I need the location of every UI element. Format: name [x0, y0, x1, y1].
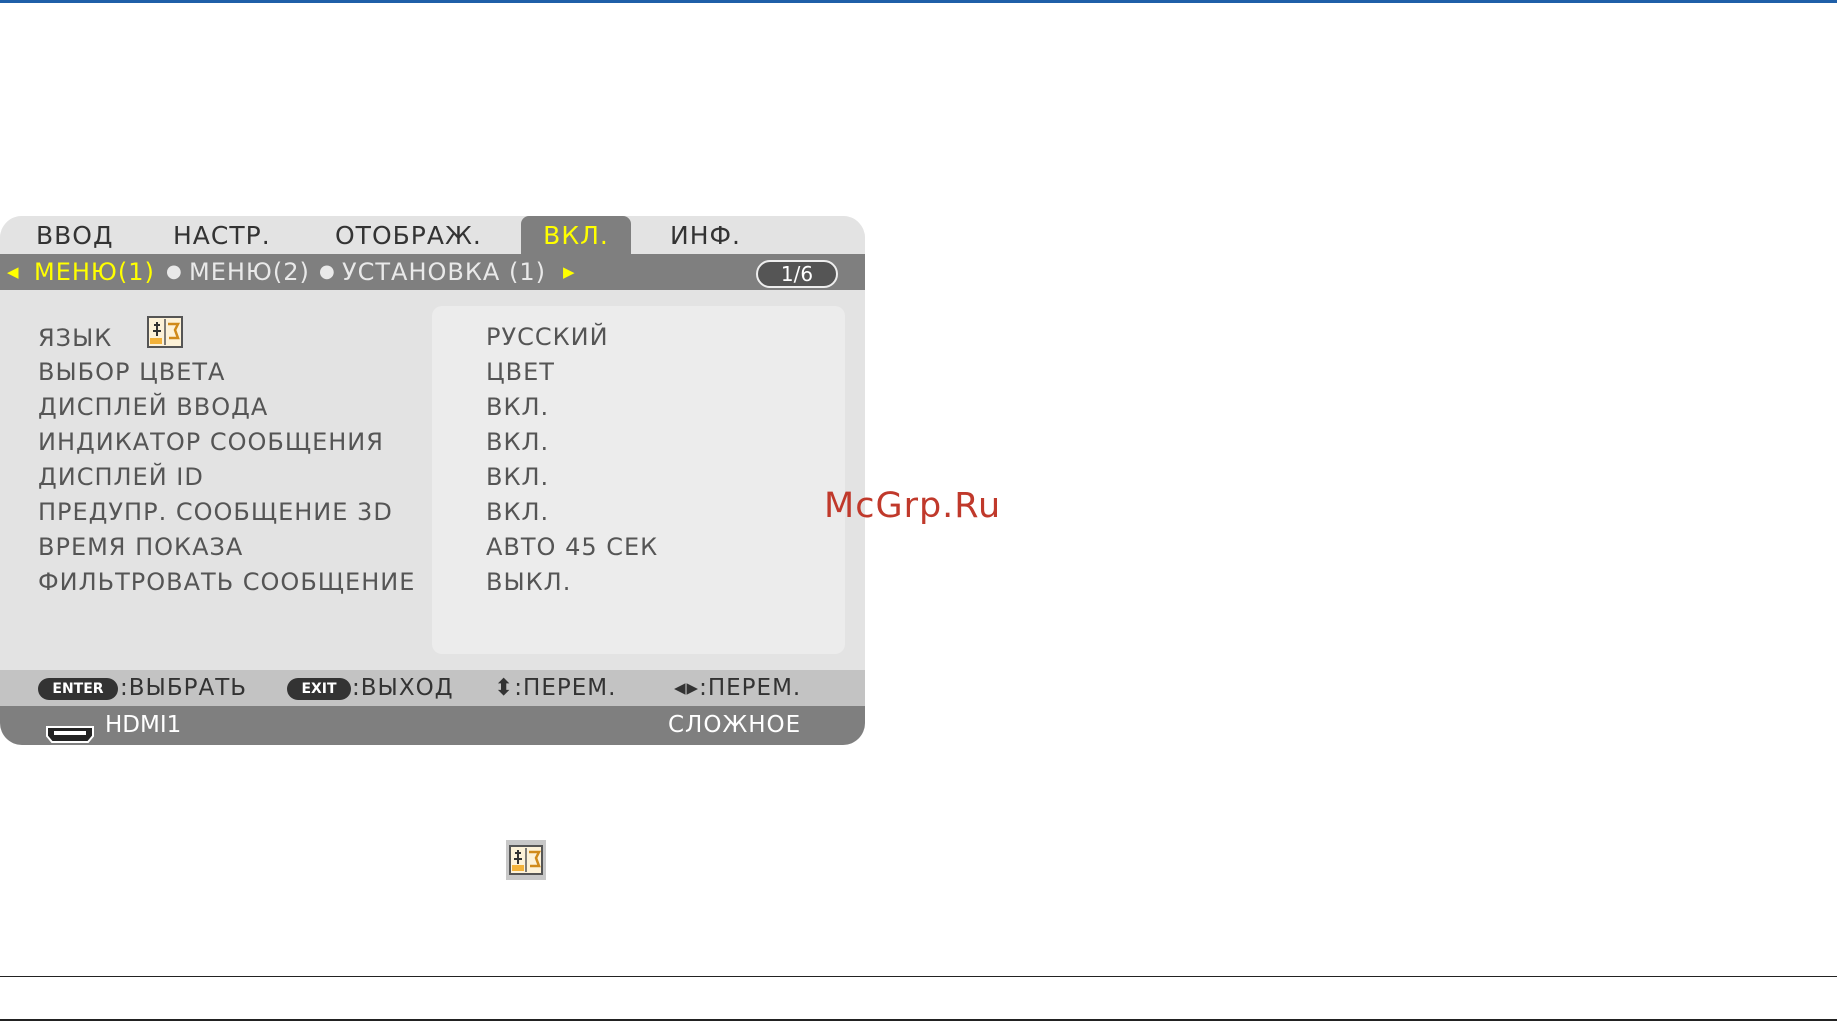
setting-value-language[interactable]: РУССКИЙ [486, 320, 865, 355]
setting-label-id-display[interactable]: ДИСПЛЕЙ ID [38, 460, 438, 495]
tab-setup[interactable]: НАСТР. [173, 216, 271, 254]
setting-value-display-time[interactable]: АВТО 45 СЕК [486, 530, 865, 565]
submenu-item-installation1[interactable]: УСТАНОВКА (1) [342, 254, 546, 290]
tab-display[interactable]: ОТОБРАЖ. [335, 216, 482, 254]
language-icon [506, 840, 546, 884]
top-rule [0, 0, 1837, 3]
setting-value-message-indicator[interactable]: ВКЛ. [486, 425, 865, 460]
bullet-separator: ● [166, 261, 182, 282]
setting-label-language[interactable]: ЯЗЫК [38, 316, 438, 355]
menu-tabs: ВВОД НАСТР. ОТОБРАЖ. ВКЛ. ИНФ. [0, 216, 865, 254]
tab-info[interactable]: ИНФ. [670, 216, 741, 254]
exit-key-badge: EXIT [287, 678, 351, 700]
setting-value-color-select[interactable]: ЦВЕТ [486, 355, 865, 390]
submenu-item-menu2[interactable]: МЕНЮ(2) [189, 254, 310, 290]
help-bar: ENTER :ВЫБРАТЬ EXIT :ВЫХОД ⬍:ПЕРЕМ. ◂▸:П… [0, 670, 865, 706]
language-icon [146, 316, 183, 358]
help-leftright-text: ◂▸:ПЕРЕМ. [674, 675, 802, 701]
setting-value-filter-message[interactable]: ВЫКЛ. [486, 565, 865, 600]
status-bar: HDMI1 СЛОЖНОЕ [0, 706, 865, 745]
page-indicator: 1/6 [756, 260, 838, 288]
submenu-left-arrow-icon[interactable]: ◀ [7, 254, 19, 290]
picture-mode: СЛОЖНОЕ [668, 712, 802, 738]
setting-value-id-display[interactable]: ВКЛ. [486, 460, 865, 495]
setting-label-input-display[interactable]: ДИСПЛЕЙ ВВОДА [38, 390, 438, 425]
bottom-rule [0, 976, 1837, 977]
setting-value-input-display[interactable]: ВКЛ. [486, 390, 865, 425]
hdmi-connector-icon [44, 717, 96, 745]
projector-osd-menu: ВВОД НАСТР. ОТОБРАЖ. ВКЛ. ИНФ. ◀ МЕНЮ(1)… [0, 216, 865, 745]
setting-label-text: ЯЗЫК [38, 324, 113, 352]
submenu-bar: ◀ МЕНЮ(1) ● МЕНЮ(2) ● УСТАНОВКА (1) ▶ 1/… [0, 254, 865, 290]
enter-key-badge: ENTER [38, 678, 118, 700]
setting-label-color-select[interactable]: ВЫБОР ЦВЕТА [38, 355, 438, 390]
help-enter-text: :ВЫБРАТЬ [120, 675, 248, 701]
bottom-rule [0, 1019, 1837, 1021]
tab-on[interactable]: ВКЛ. [521, 216, 631, 254]
submenu-right-arrow-icon[interactable]: ▶ [563, 254, 575, 290]
submenu-item-menu1[interactable]: МЕНЮ(1) [34, 254, 155, 290]
tab-input[interactable]: ВВОД [36, 216, 114, 254]
setting-label-3d-warning[interactable]: ПРЕДУПР. СООБЩЕНИЕ 3D [38, 495, 438, 530]
setting-label-message-indicator[interactable]: ИНДИКАТОР СООБЩЕНИЯ [38, 425, 438, 460]
watermark: McGrp.Ru [824, 486, 1002, 526]
help-exit-text: :ВЫХОД [352, 675, 454, 701]
bullet-separator: ● [319, 261, 335, 282]
setting-label-display-time[interactable]: ВРЕМЯ ПОКАЗА [38, 530, 438, 565]
setting-value-3d-warning[interactable]: ВКЛ. [486, 495, 865, 530]
input-source: HDMI1 [105, 712, 182, 738]
setting-label-filter-message[interactable]: ФИЛЬТРОВАТЬ СООБЩЕНИЕ [38, 565, 438, 600]
help-updown-text: ⬍:ПЕРЕМ. [494, 675, 617, 701]
